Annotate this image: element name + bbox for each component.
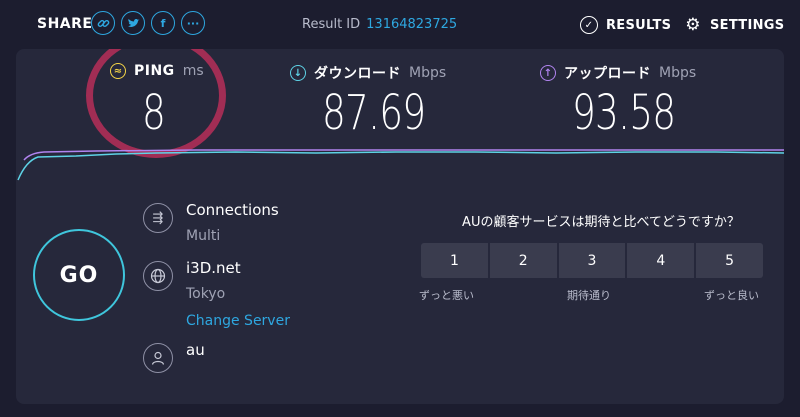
server-name: i3D.net [186, 259, 241, 277]
download-line [17, 151, 784, 181]
server-location: Tokyo [186, 286, 226, 302]
rating-option-1[interactable]: 1 [421, 243, 488, 278]
results-panel: ≈ PING ms 8 ↓ ダウンロード Mbps 87.69 ↑ アップロード… [16, 49, 784, 404]
result-id: Result ID 13164823725 [302, 17, 457, 32]
download-metric: ↓ ダウンロード Mbps 87.69 [290, 63, 447, 141]
rating-option-4[interactable]: 4 [627, 243, 695, 278]
gear-icon: ⚙ [685, 14, 701, 35]
connections-title: Connections [186, 201, 279, 219]
result-id-label: Result ID [302, 17, 361, 32]
globe-icon [143, 261, 173, 291]
upload-unit: Mbps [659, 65, 697, 81]
link-icon[interactable] [91, 11, 115, 35]
upload-metric: ↑ アップロード Mbps 93.58 [540, 63, 697, 141]
rating-option-3[interactable]: 3 [558, 243, 626, 278]
facebook-icon[interactable]: f [151, 11, 175, 35]
download-label: ダウンロード [314, 66, 401, 82]
share-label: SHARE [37, 16, 93, 32]
isp-name: au [186, 341, 205, 359]
go-button[interactable]: GO [33, 229, 125, 321]
rating-option-5[interactable]: 5 [696, 243, 763, 278]
download-icon: ↓ [290, 65, 306, 81]
checkmark-icon: ✓ [580, 16, 598, 34]
results-label: RESULTS [606, 17, 672, 33]
result-id-link[interactable]: 13164823725 [366, 17, 457, 32]
upload-label: アップロード [564, 66, 651, 82]
upload-value: 93.58 [572, 85, 676, 141]
upload-icon: ↑ [540, 65, 556, 81]
survey-question: AUの顧客サービスは期待と比べてどうですか？ [462, 215, 740, 230]
user-icon [143, 343, 173, 373]
connections-value: Multi [186, 228, 221, 244]
go-label: GO [59, 262, 99, 288]
download-value: 87.69 [322, 85, 426, 141]
twitter-icon[interactable] [121, 11, 145, 35]
results-button[interactable]: ✓ RESULTS [580, 16, 671, 34]
scale-high-label: ずっと良い [704, 289, 759, 302]
scale-low-label: ずっと悪い [419, 289, 474, 302]
top-bar: SHARE f ··· Result ID 13164823725 ✓ RESUL… [0, 0, 800, 48]
rating-option-2[interactable]: 2 [489, 243, 557, 278]
rating-scale: 1 2 3 4 5 [421, 243, 763, 278]
scale-mid-label: 期待通り [567, 289, 611, 302]
settings-button[interactable]: ⚙ SETTINGS [684, 16, 784, 34]
speed-graph [17, 149, 784, 181]
connections-icon: ⇶ [143, 203, 173, 233]
change-server-link[interactable]: Change Server [186, 313, 290, 329]
settings-label: SETTINGS [710, 17, 785, 33]
more-icon[interactable]: ··· [181, 11, 205, 35]
download-unit: Mbps [409, 65, 447, 81]
